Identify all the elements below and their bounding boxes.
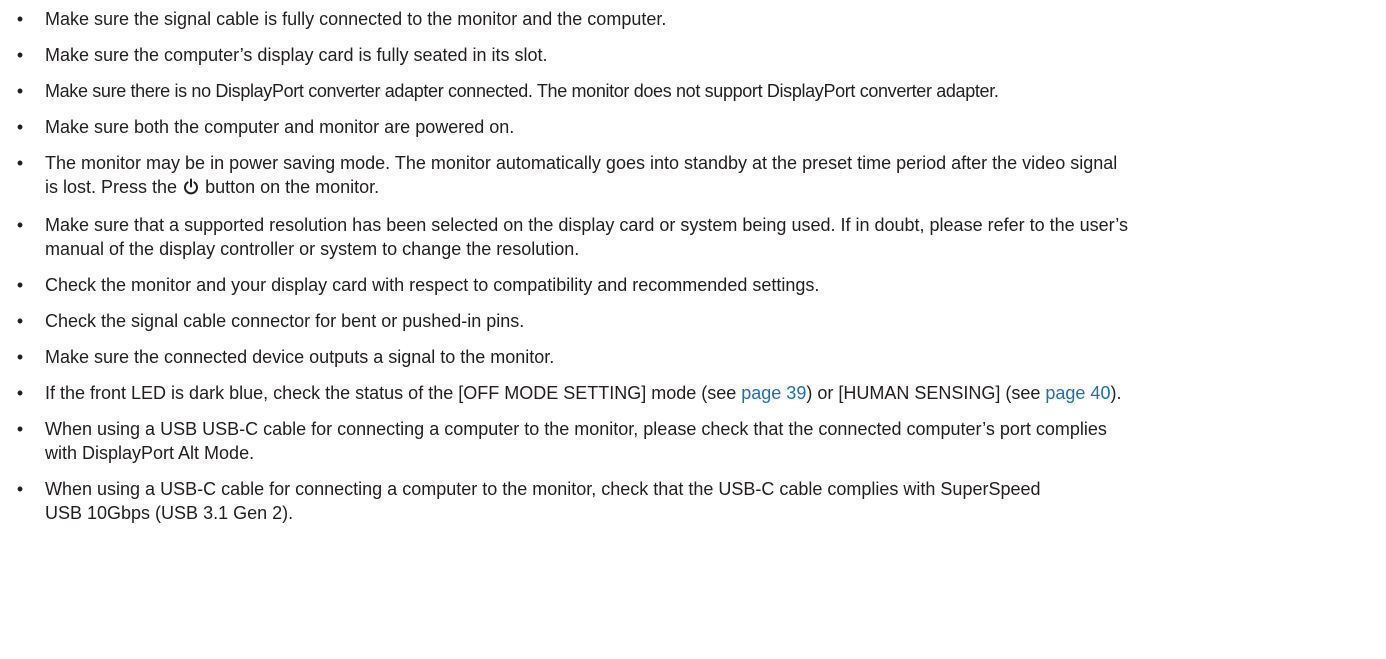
list-item: • Check the signal cable connector for b…: [12, 309, 1365, 333]
list-item: • Make sure the connected device outputs…: [12, 345, 1365, 369]
list-item-text: Make sure the connected device outputs a…: [45, 347, 555, 367]
checklist: • Make sure the signal cable is fully co…: [12, 7, 1378, 525]
page-40-link[interactable]: page 40: [1045, 383, 1110, 403]
list-item-text: When using a USB-C cable for connecting …: [45, 479, 1041, 523]
list-item: • When using a USB USB-C cable for conne…: [12, 417, 1125, 465]
list-item: • Make sure the signal cable is fully co…: [12, 7, 1365, 31]
bullet-icon: •: [16, 117, 24, 137]
bullet-icon: •: [16, 9, 24, 29]
list-item-text: ).: [1110, 383, 1122, 403]
bullet-icon: •: [16, 215, 24, 235]
bullet-icon: •: [16, 81, 24, 101]
bullet-icon: •: [16, 419, 24, 439]
list-item: • When using a USB-C cable for connectin…: [12, 477, 1055, 525]
list-item-text: Make sure both the computer and monitor …: [45, 117, 515, 137]
bullet-icon: •: [16, 45, 24, 65]
list-item-text: Make sure that a supported resolution ha…: [45, 215, 1128, 259]
bullet-icon: •: [16, 153, 24, 173]
list-item-text: ) or [HUMAN SENSING] (see: [806, 383, 1046, 403]
list-item: • Make sure there is no DisplayPort conv…: [12, 79, 1385, 103]
page-39-link[interactable]: page 39: [741, 383, 806, 403]
list-item: • Check the monitor and your display car…: [12, 273, 1365, 297]
list-item-text: Make sure there is no DisplayPort conver…: [45, 81, 999, 101]
bullet-icon: •: [16, 347, 24, 367]
list-item: • The monitor may be in power saving mod…: [12, 151, 1125, 201]
list-item-text: If the front LED is dark blue, check the…: [45, 383, 742, 403]
list-item-text: Check the signal cable connector for ben…: [45, 311, 525, 331]
list-item-text: Check the monitor and your display card …: [45, 275, 820, 295]
bullet-icon: •: [16, 383, 24, 403]
list-item-text: button on the monitor.: [200, 177, 380, 197]
list-item-text: Make sure the computer’s display card is…: [45, 45, 548, 65]
list-item-text: Make sure the signal cable is fully conn…: [45, 9, 667, 29]
list-item-text: When using a USB USB-C cable for connect…: [45, 419, 1107, 463]
list-item: • Make sure the computer’s display card …: [12, 43, 1365, 67]
power-icon: [183, 177, 199, 201]
list-item: • Make sure both the computer and monito…: [12, 115, 1365, 139]
bullet-icon: •: [16, 275, 24, 295]
bullet-icon: •: [16, 479, 24, 499]
list-item: • If the front LED is dark blue, check t…: [12, 381, 1135, 405]
bullet-icon: •: [16, 311, 24, 331]
list-item: • Make sure that a supported resolution …: [12, 213, 1155, 261]
troubleshooting-document: • Make sure the signal cable is fully co…: [0, 0, 1386, 525]
